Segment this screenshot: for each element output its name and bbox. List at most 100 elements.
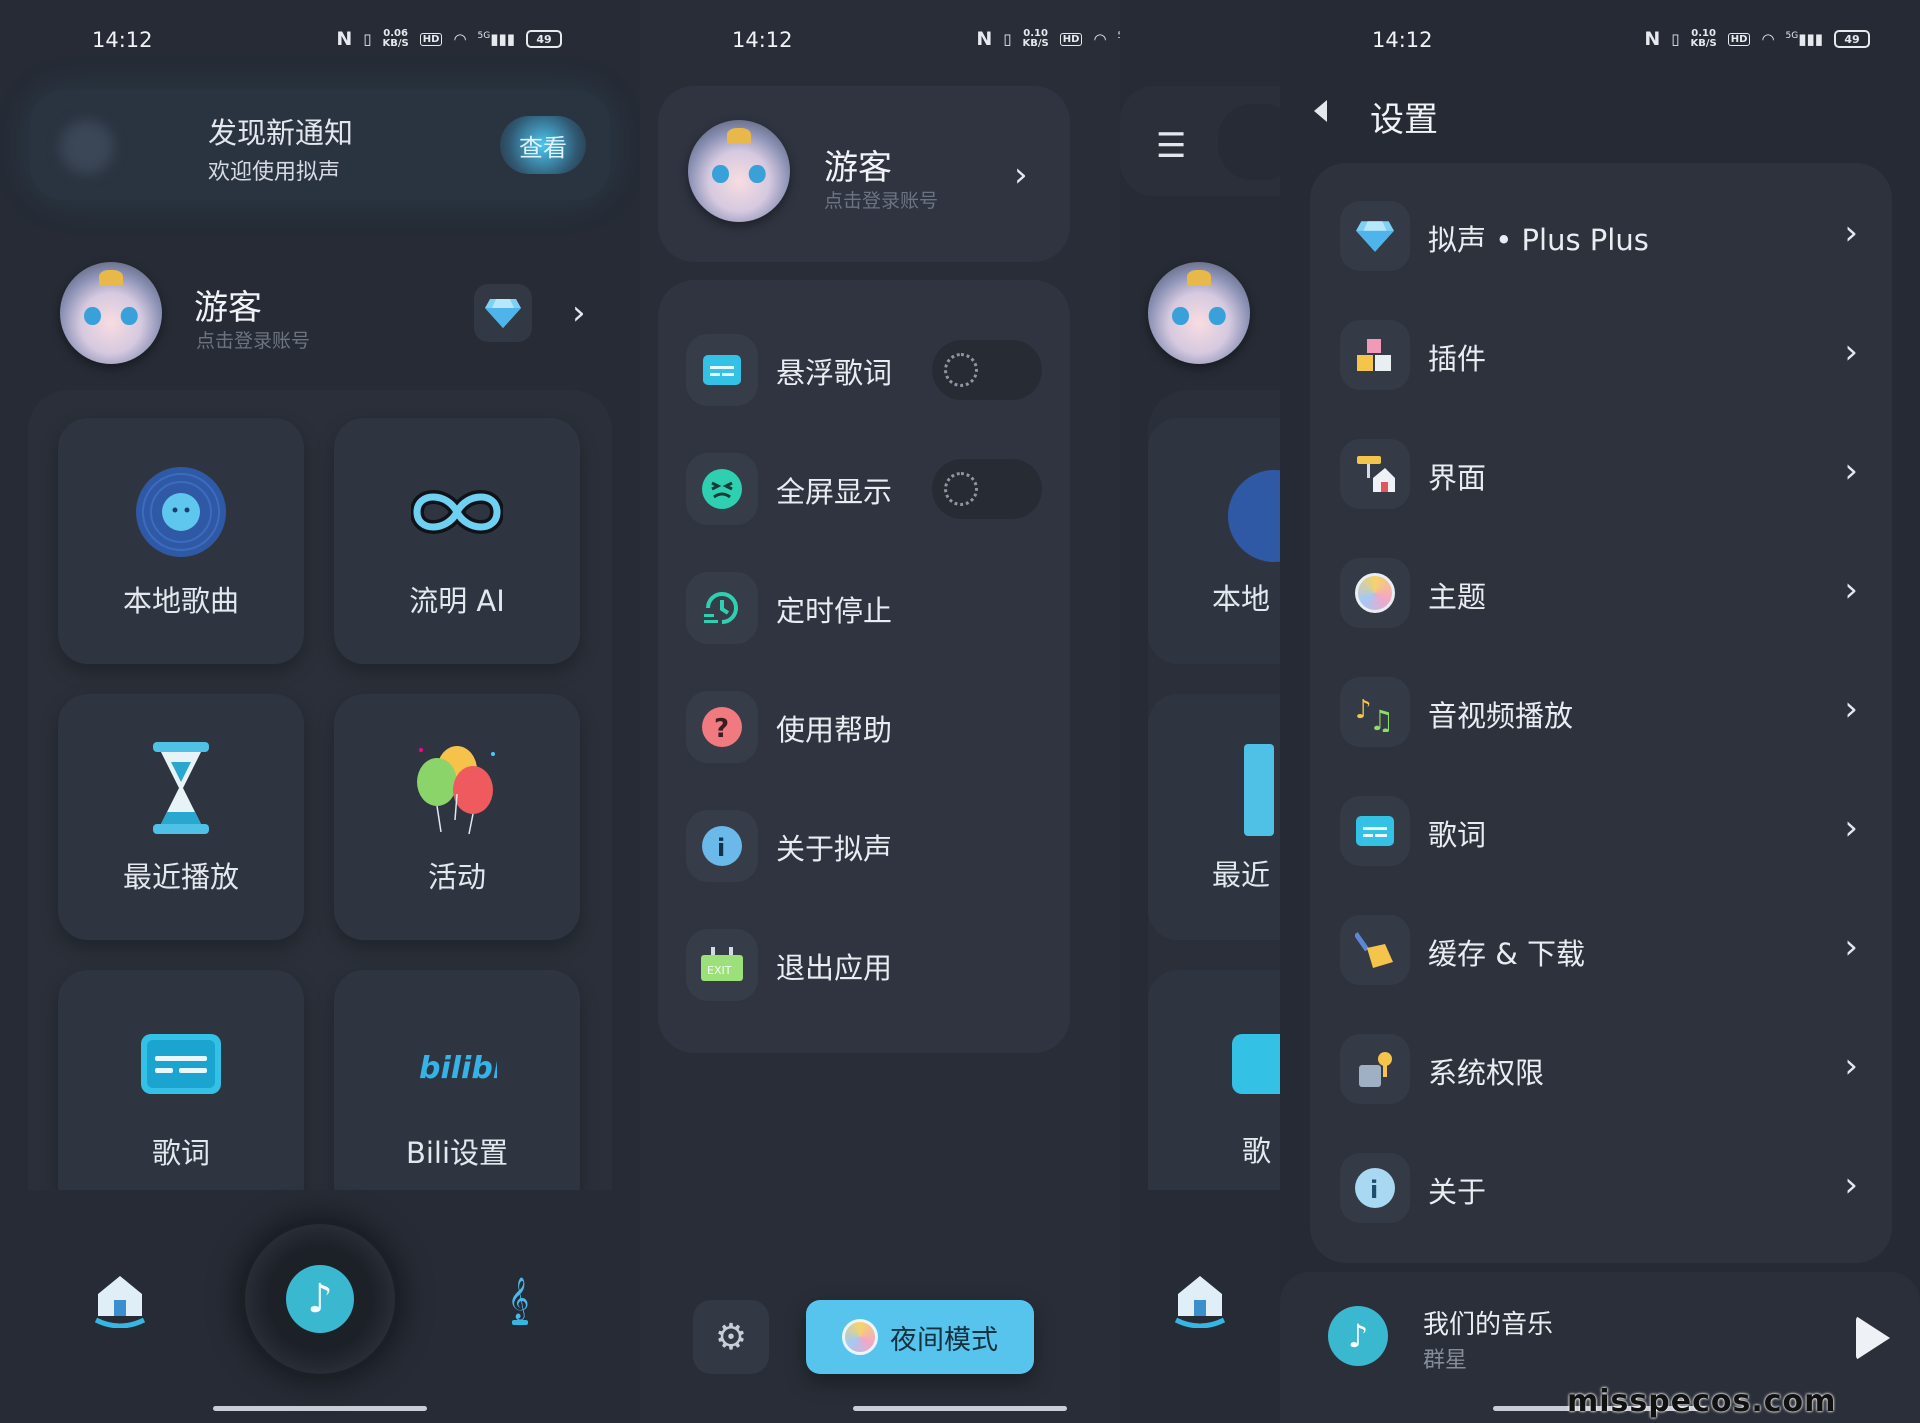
bilibili-icon: bilibili xyxy=(407,1014,507,1114)
chevron-right-icon: › xyxy=(1844,451,1858,491)
settings-item-cache-download[interactable]: 缓存 & 下载 › xyxy=(1310,891,1892,1010)
settings-item-permissions[interactable]: 系统权限 › xyxy=(1310,1010,1892,1129)
tile-local-songs[interactable]: 本地歌曲 xyxy=(58,418,304,664)
settings-list: 拟声 • Plus Plus › 插件 › 界面 › 主题 › ♪ ♫ 音视频播放… xyxy=(1310,163,1892,1263)
settings-item-theme[interactable]: 主题 › xyxy=(1310,534,1892,653)
home-indicator[interactable] xyxy=(213,1406,427,1411)
night-mode-label: 夜间模式 xyxy=(890,1324,998,1356)
lyrics-icon xyxy=(1340,796,1410,866)
tile-bili-settings[interactable]: bilibili Bili设置 xyxy=(334,970,580,1216)
night-mode-button[interactable]: 夜间模式 xyxy=(806,1300,1034,1374)
settings-item-plugins[interactable]: 插件 › xyxy=(1310,296,1892,415)
view-button[interactable]: 查看 xyxy=(500,116,586,174)
network-speed: 0.06 KB/S xyxy=(382,28,409,49)
svg-text:bilibili: bilibili xyxy=(419,1051,497,1086)
login-hint[interactable]: 点击登录账号 xyxy=(196,326,310,353)
settings-item-label: 主题 xyxy=(1428,580,1487,614)
settings-item-lyrics[interactable]: 歌词 › xyxy=(1310,772,1892,891)
tile-label: 本地 xyxy=(1212,582,1271,616)
tile-label: 流明 AI xyxy=(409,584,505,618)
status-bar: 14:12 N ▯ 0.06 KB/S HD ◠ 5G▮▮▮ 49 xyxy=(0,24,640,58)
hd-badge: HD xyxy=(1059,32,1083,46)
tile-label: 活动 xyxy=(427,860,486,894)
tile-recent-play[interactable]: 最近播放 xyxy=(58,694,304,940)
settings-item-interface[interactable]: 界面 › xyxy=(1310,415,1892,534)
play-icon[interactable] xyxy=(1856,1316,1890,1360)
settings-item-label: 插件 xyxy=(1428,342,1487,376)
chevron-right-icon: › xyxy=(1844,808,1858,848)
tiles-panel: 本地歌曲 流明 AI 最近播放 活动 歌词 bilib Bili设置 xyxy=(28,390,612,1216)
broom-icon xyxy=(1340,915,1410,985)
home-screen: 14:12 N ▯ 0.06 KB/S HD ◠ 5G▮▮▮ 49 发现新通知 欢… xyxy=(0,0,640,1423)
login-hint[interactable]: 点击登录账号 xyxy=(824,186,938,213)
theme-icon xyxy=(1340,558,1410,628)
tile-lumen-ai[interactable]: 流明 AI xyxy=(334,418,580,664)
fullscreen-icon xyxy=(686,453,758,525)
wifi-icon: ◠ xyxy=(1761,30,1775,48)
menu-item-label: 使用帮助 xyxy=(776,713,893,747)
fullscreen-toggle[interactable] xyxy=(932,459,1042,519)
settings-item-playback[interactable]: ♪ ♫ 音视频播放 › xyxy=(1310,653,1892,772)
avatar[interactable] xyxy=(1148,262,1250,364)
settings-item-label: 缓存 & 下载 xyxy=(1428,937,1586,971)
play-button[interactable]: ♪ xyxy=(239,1218,401,1380)
status-time: 14:12 xyxy=(732,28,793,52)
menu-icon[interactable]: ☰ xyxy=(1156,126,1186,166)
tile-lyrics[interactable]: 歌词 xyxy=(58,970,304,1216)
back-arrow-icon[interactable] xyxy=(1314,100,1327,122)
menu-item-label: 退出应用 xyxy=(776,951,893,985)
avatar[interactable] xyxy=(688,120,790,222)
menu-item-label: 定时停止 xyxy=(776,594,893,628)
vibrate-icon: ▯ xyxy=(363,30,372,48)
tile-label: Bili设置 xyxy=(405,1136,509,1170)
tile-label: 歌 xyxy=(1242,1134,1272,1168)
chevron-right-icon: › xyxy=(1844,213,1858,253)
wifi-icon: ◠ xyxy=(1093,30,1107,48)
gear-icon[interactable]: ⚙ xyxy=(693,1300,769,1374)
song-artist: 群星 xyxy=(1423,1348,1468,1373)
vibrate-icon: ▯ xyxy=(1671,30,1680,48)
settings-item-about[interactable]: i 关于 › xyxy=(1310,1129,1892,1248)
home-indicator[interactable] xyxy=(853,1406,1067,1411)
menu-item-label: 关于拟声 xyxy=(776,832,893,866)
hd-badge: HD xyxy=(1727,32,1751,46)
menu-item-sleep-timer[interactable]: 定时停止 xyxy=(658,558,1070,658)
svg-text:i: i xyxy=(717,834,725,862)
menu-item-fullscreen[interactable]: 全屏显示 xyxy=(658,439,1070,539)
notification-banner[interactable]: 发现新通知 欢迎使用拟声 查看 xyxy=(30,90,610,200)
battery-icon: 49 xyxy=(1834,30,1870,48)
menu-item-label: 全屏显示 xyxy=(776,475,893,509)
chevron-right-icon: › xyxy=(1844,570,1858,610)
menu-item-about[interactable]: i 关于拟声 xyxy=(658,796,1070,896)
menu-item-help[interactable]: ? 使用帮助 xyxy=(658,677,1070,777)
tile-label: 最近 xyxy=(1212,858,1271,892)
chevron-right-icon[interactable]: › xyxy=(1014,158,1028,192)
info-icon: i xyxy=(686,810,758,882)
lyrics-icon xyxy=(686,334,758,406)
theme-icon xyxy=(842,1319,878,1355)
help-icon: ? xyxy=(686,691,758,763)
settings-item-label: 系统权限 xyxy=(1428,1056,1545,1090)
lyrics-icon xyxy=(131,1014,231,1114)
notification-subtitle: 欢迎使用拟声 xyxy=(208,160,341,185)
settings-item-plus[interactable]: 拟声 • Plus Plus › xyxy=(1310,177,1892,296)
user-name[interactable]: 游客 xyxy=(194,280,262,329)
status-time: 14:12 xyxy=(1372,28,1433,52)
tile-label: 歌词 xyxy=(151,1136,210,1170)
home-icon[interactable] xyxy=(1174,1272,1226,1332)
menu-item-exit[interactable]: EXIT 退出应用 xyxy=(658,915,1070,1015)
signal-icon: 5G▮▮▮ xyxy=(477,30,515,48)
infinity-icon xyxy=(407,462,507,562)
home-screen-peek: ☰ 本地 最近 歌 xyxy=(1120,0,1280,1423)
home-icon[interactable] xyxy=(94,1272,146,1332)
avatar[interactable] xyxy=(60,262,162,364)
tile-activity[interactable]: 活动 xyxy=(334,694,580,940)
floating-lyrics-toggle[interactable] xyxy=(932,340,1042,400)
menu-item-floating-lyrics[interactable]: 悬浮歌词 xyxy=(658,320,1070,420)
blocks-icon xyxy=(1340,320,1410,390)
settings-item-label: 歌词 xyxy=(1428,818,1487,852)
chevron-right-icon[interactable]: › xyxy=(572,296,586,330)
diamond-icon[interactable] xyxy=(474,284,532,342)
user-name[interactable]: 游客 xyxy=(824,140,892,189)
treble-clef-icon[interactable]: 𝄞 xyxy=(506,1272,536,1332)
